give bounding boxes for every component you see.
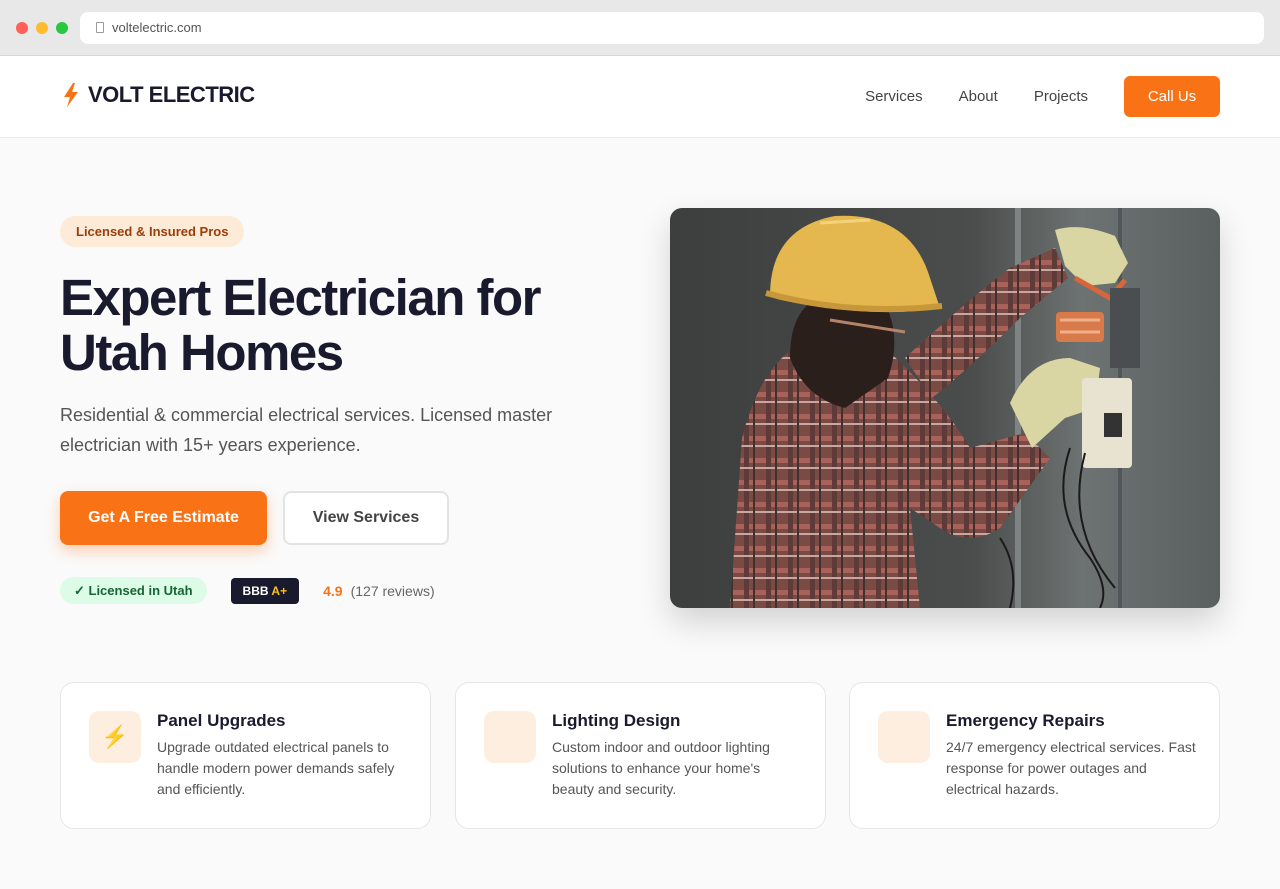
- licensed-insured-badge: Licensed & Insured Pros: [60, 216, 245, 247]
- lightning-icon: ⚡: [89, 711, 141, 763]
- bbb-badge: BBB A+: [230, 577, 300, 604]
- close-window-button[interactable]: [16, 22, 28, 34]
- service-title: Panel Upgrades: [157, 711, 286, 730]
- trust-row: ✓ Licensed in Utah BBB A+ 4.9 (127 revie…: [60, 577, 435, 604]
- licensed-badge: ✓ Licensed in Utah: [60, 577, 207, 604]
- service-title: Lighting Design: [552, 711, 681, 730]
- lightbulb-icon: [484, 711, 536, 763]
- wrench-icon: [878, 711, 930, 763]
- service-description: 24/7 emergency electrical services. Fast…: [946, 739, 1196, 797]
- service-card-lighting-design[interactable]: Lighting Design Custom indoor and outdoo…: [455, 682, 826, 829]
- maximize-window-button[interactable]: [56, 22, 68, 34]
- hero-headline: Expert Electrician for Utah Homes: [60, 269, 542, 381]
- hero-subtitle: Residential & commercial electrical serv…: [60, 405, 553, 455]
- review-count[interactable]: (127 reviews): [351, 583, 435, 599]
- electrician-photo: [670, 208, 1220, 608]
- bbb-grade: A+: [271, 583, 288, 598]
- address-bar[interactable]: voltelectric.com: [80, 12, 1264, 44]
- logo-text: VOLT ELECTRIC: [88, 82, 255, 107]
- bbb-label: BBB: [242, 583, 269, 598]
- free-estimate-button[interactable]: Get A Free Estimate: [60, 491, 267, 545]
- url-text: voltelectric.com: [112, 20, 202, 35]
- site-header: VOLT ELECTRIC Services About Projects Ca…: [0, 56, 1280, 138]
- service-card-emergency-repairs[interactable]: Emergency Repairs 24/7 emergency electri…: [849, 682, 1220, 829]
- call-us-button[interactable]: Call Us: [1124, 76, 1220, 117]
- nav-link-projects[interactable]: Projects: [1034, 88, 1088, 105]
- service-description: Custom indoor and outdoor lighting solut…: [552, 739, 770, 797]
- rating-value: 4.9: [323, 582, 343, 599]
- service-card-panel-upgrades[interactable]: ⚡ Panel Upgrades Upgrade outdated electr…: [60, 682, 431, 829]
- nav-link-about[interactable]: About: [959, 88, 998, 105]
- service-description: Upgrade outdated electrical panels to ha…: [157, 739, 395, 797]
- minimize-window-button[interactable]: [36, 22, 48, 34]
- lightning-bolt-icon: [64, 83, 78, 107]
- page-icon: [96, 22, 104, 33]
- view-services-button[interactable]: View Services: [283, 491, 449, 545]
- browser-chrome: voltelectric.com: [0, 0, 1280, 56]
- nav-link-services[interactable]: Services: [865, 88, 923, 105]
- main-nav: Services About Projects Call Us: [865, 76, 1220, 117]
- logo[interactable]: VOLT ELECTRIC: [60, 82, 255, 108]
- service-title: Emergency Repairs: [946, 711, 1105, 730]
